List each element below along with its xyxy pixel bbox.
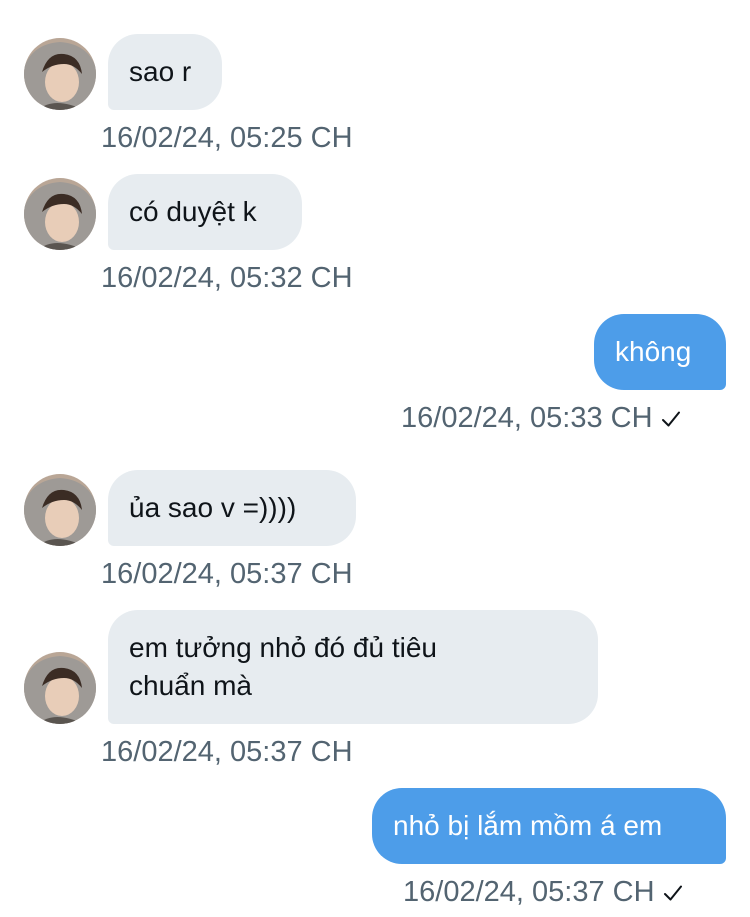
message-timestamp: 16/02/24, 05:37 CH (101, 558, 353, 590)
message-text: có duyệt k (129, 196, 257, 227)
message-bubble[interactable]: nhỏ bị lắm mồm á em (372, 788, 726, 864)
message-timestamp: 16/02/24, 05:37 CH (403, 876, 655, 908)
message-bubble[interactable]: có duyệt k (108, 174, 302, 250)
message-bubble[interactable]: ủa sao v =)))) (108, 470, 356, 546)
avatar[interactable] (24, 178, 96, 250)
checkmark-icon (663, 885, 682, 901)
avatar[interactable] (24, 38, 96, 110)
message-timestamp: 16/02/24, 05:37 CH (101, 736, 353, 768)
message-timestamp: 16/02/24, 05:32 CH (101, 262, 353, 294)
message-text: nhỏ bị lắm mồm á em (393, 810, 663, 841)
message-text: sao r (129, 56, 192, 87)
message-timestamp: 16/02/24, 05:25 CH (101, 122, 353, 154)
avatar-photo-icon (24, 38, 96, 110)
message-bubble[interactable]: em tưởng nhỏ đó đủ tiêu chuẩn mà (108, 610, 598, 724)
avatar-photo-icon (24, 178, 96, 250)
checkmark-icon (661, 411, 680, 427)
message-text: không (615, 336, 692, 367)
avatar-photo-icon (24, 474, 96, 546)
avatar[interactable] (24, 652, 96, 724)
avatar[interactable] (24, 474, 96, 546)
message-text: em tưởng nhỏ đó đủ tiêu chuẩn mà (129, 632, 437, 701)
avatar-photo-icon (24, 652, 96, 724)
message-timestamp: 16/02/24, 05:33 CH (401, 402, 653, 434)
message-timestamp-row: 16/02/24, 05:37 CH (403, 875, 683, 909)
message-text: ủa sao v =)))) (129, 492, 297, 523)
message-bubble[interactable]: sao r (108, 34, 222, 110)
message-bubble[interactable]: không (594, 314, 726, 390)
message-timestamp-row: 16/02/24, 05:33 CH (401, 401, 681, 435)
